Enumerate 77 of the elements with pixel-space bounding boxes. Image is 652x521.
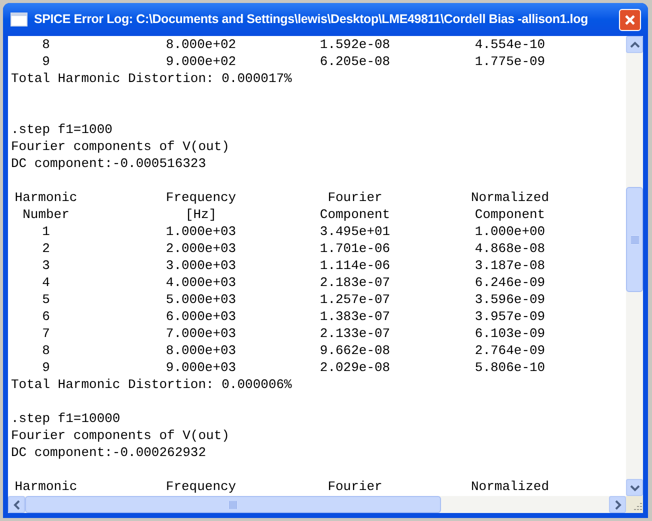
table-cell: 3 bbox=[42, 257, 50, 274]
table-cell: 2.764e-09 bbox=[474, 342, 546, 359]
table-cell: 2.133e-07 bbox=[320, 325, 390, 342]
table-cell: 9.662e-08 bbox=[320, 342, 390, 359]
table-cell: Harmonic bbox=[14, 478, 78, 495]
table-cell: 1.000e+03 bbox=[166, 223, 236, 240]
table-cell: 7.000e+03 bbox=[166, 325, 236, 342]
log-line: Fourier components of V(out) bbox=[11, 427, 230, 444]
scroll-left-button[interactable] bbox=[8, 496, 25, 513]
table-cell: 3.957e-09 bbox=[474, 308, 546, 325]
grip-icon bbox=[630, 236, 638, 244]
table-cell: 4.554e-10 bbox=[474, 36, 546, 53]
table-cell: 5.806e-10 bbox=[474, 359, 546, 376]
table-cell: 7 bbox=[42, 325, 50, 342]
table-cell: 5.000e+03 bbox=[166, 291, 236, 308]
table-cell: Normalized bbox=[470, 189, 549, 206]
table-cell: 9 bbox=[42, 359, 50, 376]
table-cell: 6.103e-09 bbox=[474, 325, 546, 342]
table-cell: 1.000e+00 bbox=[474, 223, 546, 240]
table-cell: 1.701e-06 bbox=[320, 240, 390, 257]
table-cell: 5 bbox=[42, 291, 50, 308]
table-cell: 6.246e-09 bbox=[474, 274, 546, 291]
table-cell: 2.000e+03 bbox=[166, 240, 236, 257]
table-cell: 8.000e+03 bbox=[166, 342, 236, 359]
table-cell: 1.592e-08 bbox=[320, 36, 390, 53]
log-line: .step f1=1000 bbox=[11, 121, 112, 138]
scroll-down-button[interactable] bbox=[626, 479, 643, 496]
scroll-up-button[interactable] bbox=[626, 36, 643, 53]
table-cell: 1.775e-09 bbox=[474, 53, 546, 70]
table-cell: 3.596e-09 bbox=[474, 291, 546, 308]
table-cell: Component bbox=[474, 206, 546, 223]
table-cell: 9.000e+03 bbox=[166, 359, 236, 376]
window-icon bbox=[10, 12, 28, 27]
log-line: .step f1=10000 bbox=[11, 410, 120, 427]
table-cell: 1.383e-07 bbox=[320, 308, 390, 325]
table-cell: 9.000e+02 bbox=[166, 53, 236, 70]
table-cell: 1 bbox=[42, 223, 50, 240]
table-cell: 6 bbox=[42, 308, 50, 325]
table-cell: 3.000e+03 bbox=[166, 257, 236, 274]
grip-icon bbox=[229, 500, 237, 508]
table-cell: 2.183e-07 bbox=[320, 274, 390, 291]
table-cell: Frequency bbox=[166, 189, 236, 206]
table-cell: Component bbox=[320, 206, 390, 223]
table-cell: 3.495e+01 bbox=[320, 223, 390, 240]
log-line: Total Harmonic Distortion: 0.000017% bbox=[11, 70, 292, 87]
table-cell: 4 bbox=[42, 274, 50, 291]
table-cell: 9 bbox=[42, 53, 50, 70]
table-cell: 8.000e+02 bbox=[166, 36, 236, 53]
close-icon bbox=[624, 14, 636, 26]
scroll-right-button[interactable] bbox=[609, 496, 626, 513]
table-cell: 4.868e-08 bbox=[474, 240, 546, 257]
table-cell: [Hz] bbox=[185, 206, 217, 223]
table-cell: 6.000e+03 bbox=[166, 308, 236, 325]
log-line: DC component:-0.000516323 bbox=[11, 155, 206, 172]
table-cell: 4.000e+03 bbox=[166, 274, 236, 291]
table-cell: Fourier bbox=[328, 478, 382, 495]
resize-grip-icon[interactable] bbox=[631, 501, 643, 513]
scrollbar-thumb[interactable] bbox=[626, 187, 643, 292]
table-cell: 8 bbox=[42, 36, 50, 53]
table-cell: Normalized bbox=[470, 478, 549, 495]
table-cell: Harmonic bbox=[14, 189, 78, 206]
table-cell: 2.029e-08 bbox=[320, 359, 390, 376]
scrollbar-thumb[interactable] bbox=[25, 496, 441, 513]
window-title: SPICE Error Log: C:\Documents and Settings\lewis\Desktop\LME49811\Cordell Bias -allison1.log bbox=[34, 11, 589, 28]
table-cell: 8 bbox=[42, 342, 50, 359]
table-cell: Fourier bbox=[328, 189, 382, 206]
log-line: Fourier components of V(out) bbox=[11, 138, 230, 155]
close-button[interactable] bbox=[619, 8, 641, 30]
log-line: DC component:-0.000262932 bbox=[11, 444, 206, 461]
table-cell: 1.257e-07 bbox=[320, 291, 390, 308]
table-cell: Number bbox=[22, 206, 70, 223]
log-line: Total Harmonic Distortion: 0.000006% bbox=[11, 376, 292, 393]
table-cell: 2 bbox=[42, 240, 50, 257]
table-cell: 3.187e-08 bbox=[474, 257, 546, 274]
table-cell: 6.205e-08 bbox=[320, 53, 390, 70]
table-cell: 1.114e-06 bbox=[320, 257, 390, 274]
table-cell: Frequency bbox=[166, 478, 236, 495]
